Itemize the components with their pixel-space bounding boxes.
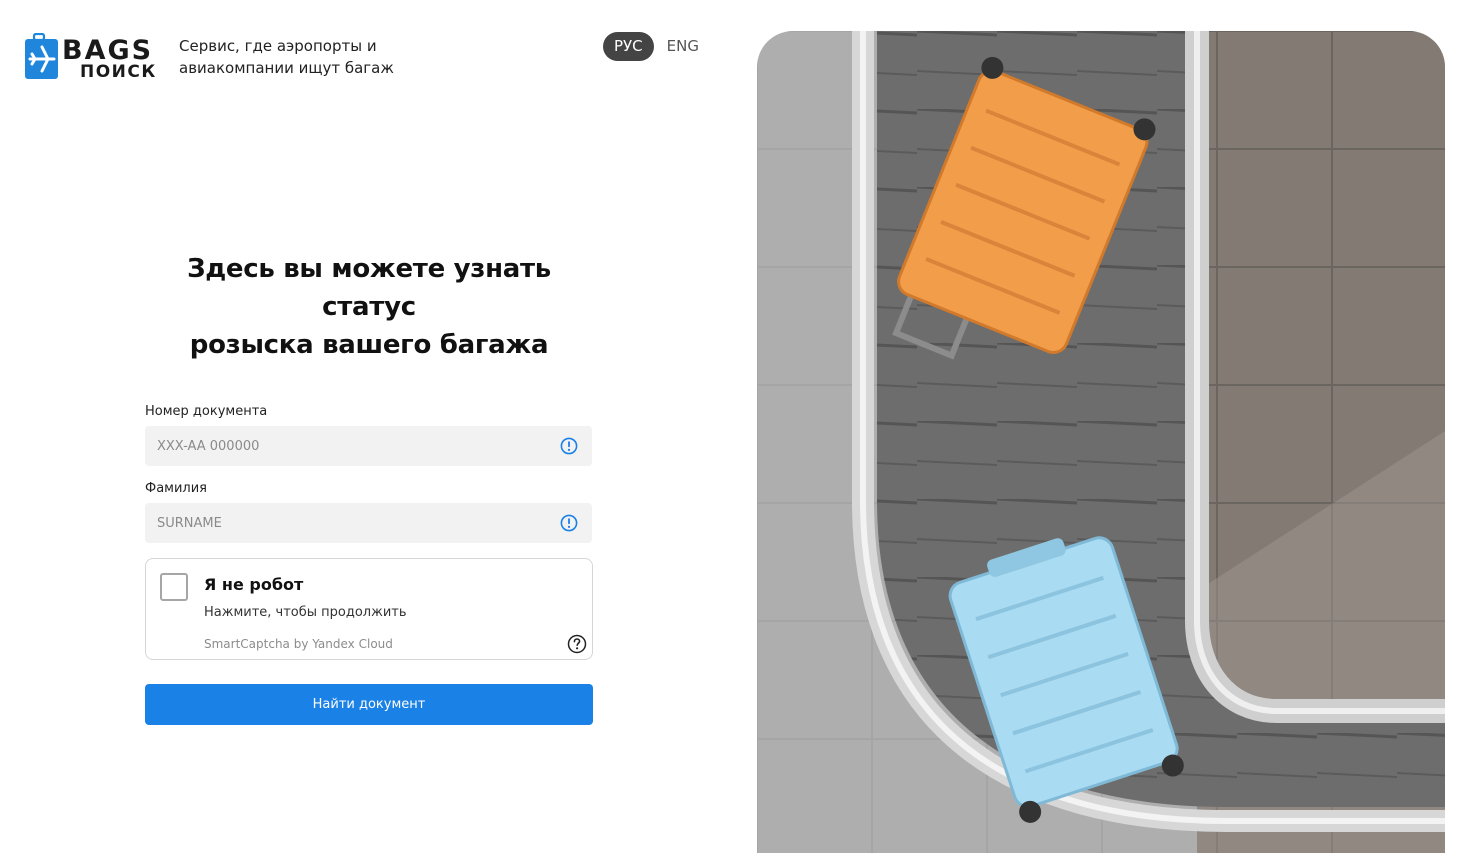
- document-number-input[interactable]: [145, 426, 592, 466]
- baggage-carousel-image: [757, 31, 1445, 853]
- page-title: Здесь вы можете узнать статус розыска ва…: [145, 250, 593, 364]
- lang-eng-button[interactable]: ENG: [656, 32, 710, 61]
- surname-label: Фамилия: [145, 481, 207, 496]
- find-document-button[interactable]: Найти документ: [145, 684, 593, 725]
- lang-rus-button[interactable]: РУС: [603, 32, 654, 61]
- bag-plane-logo-icon: [25, 33, 58, 79]
- info-icon[interactable]: [560, 437, 578, 455]
- tagline-line-1: Сервис, где аэропорты и: [179, 37, 377, 55]
- tagline-line-2: авиакомпании ищут багаж: [179, 59, 394, 77]
- document-number-field-wrap: [145, 426, 592, 466]
- info-icon[interactable]: [560, 514, 578, 532]
- captcha-title: Я не робот: [204, 575, 304, 594]
- language-switcher: РУС ENG: [603, 32, 710, 61]
- surname-field-wrap: [145, 503, 592, 543]
- search-form: Здесь вы можете узнать статус розыска ва…: [145, 250, 593, 725]
- tagline: Сервис, где аэропорты и авиакомпании ищу…: [179, 35, 439, 79]
- help-icon[interactable]: [567, 634, 587, 654]
- logo[interactable]: BAGS ПОИСК: [24, 33, 159, 83]
- logo-search-text: ПОИСК: [80, 62, 157, 82]
- page-title-line-1: Здесь вы можете узнать статус: [187, 254, 551, 322]
- captcha-checkbox[interactable]: [160, 573, 188, 601]
- document-number-label: Номер документа: [145, 404, 268, 419]
- surname-input[interactable]: [145, 503, 592, 543]
- captcha-brand: SmartCaptcha by Yandex Cloud: [204, 637, 393, 651]
- page-title-line-2: розыска вашего багажа: [189, 330, 549, 360]
- captcha-subtitle: Нажмите, чтобы продолжить: [204, 605, 407, 620]
- page: BAGS ПОИСК Сервис, где аэропорты и авиак…: [0, 0, 1479, 853]
- baggage-carousel-illustration: [757, 31, 1445, 853]
- captcha-widget: Я не робот Нажмите, чтобы продолжить Sma…: [145, 558, 593, 660]
